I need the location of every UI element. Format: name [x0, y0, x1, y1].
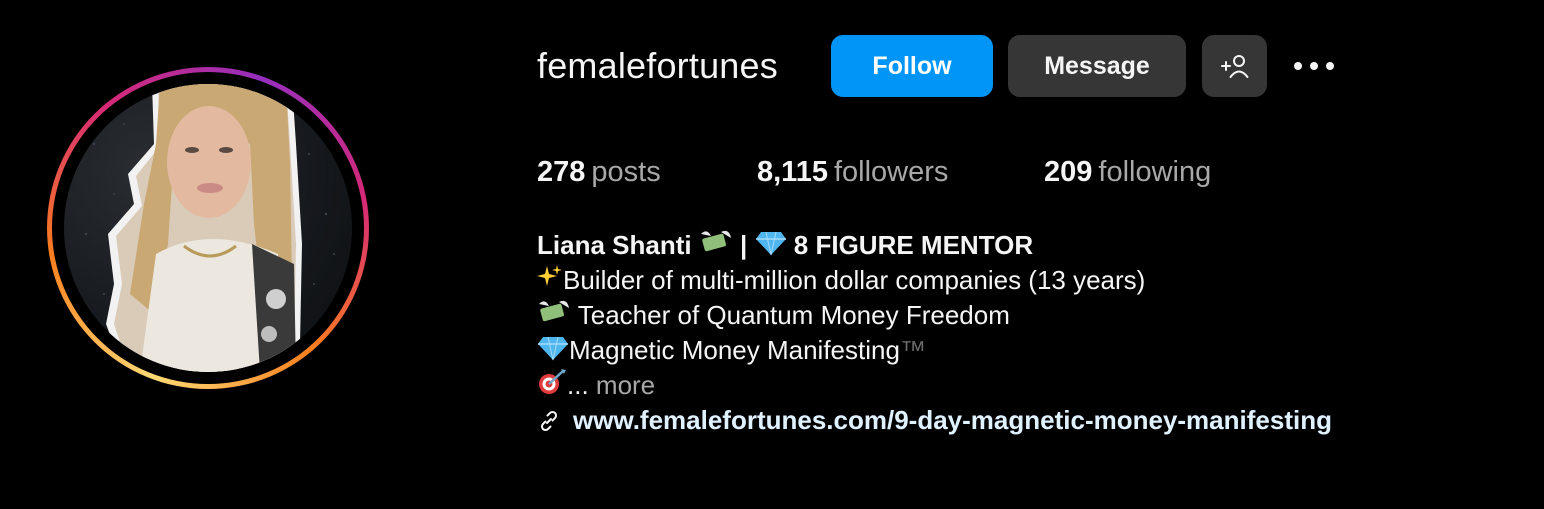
avatar[interactable]	[64, 84, 352, 372]
following-label: following	[1098, 156, 1212, 188]
more-options-icon	[1294, 62, 1334, 70]
follow-button[interactable]: Follow	[831, 35, 993, 97]
add-user-button[interactable]	[1202, 35, 1267, 97]
trademark-symbol: ™	[899, 335, 926, 365]
posts-label: posts	[591, 156, 661, 188]
money-with-wings-icon	[699, 228, 733, 266]
posts-count: 278	[537, 156, 586, 188]
followers-count: 8,115	[757, 156, 828, 188]
username: femalefortunes	[537, 45, 778, 86]
profile-header: femalefortunes Follow Message 278 posts 8…	[0, 0, 1544, 509]
avatar-story-ring[interactable]	[47, 67, 369, 389]
more-options-button[interactable]	[1290, 46, 1338, 86]
followers-stat[interactable]: 8,115 followers	[757, 152, 948, 192]
followers-label: followers	[833, 156, 949, 188]
bio-ellipsis: ...	[567, 370, 589, 400]
bio-text-1: Builder of multi-million dollar companie…	[563, 265, 1146, 295]
bio-line-4: ... more	[537, 368, 1332, 403]
avatar-portrait-image	[84, 84, 335, 372]
link-icon	[540, 410, 558, 431]
gem-icon	[755, 228, 787, 266]
bio-title-line: Liana Shanti | 8 FIGURE MENTOR	[537, 228, 1332, 263]
bio-text-3: Magnetic Money Manifesting	[569, 335, 900, 365]
title-separator: |	[740, 230, 748, 260]
full-name: Liana Shanti	[537, 230, 692, 260]
website-link[interactable]: www.femalefortunes.com/9-day-magnetic-mo…	[573, 403, 1332, 438]
message-button[interactable]: Message	[1008, 35, 1186, 97]
money-with-wings-icon	[537, 298, 571, 336]
more-link[interactable]: more	[596, 370, 655, 400]
sparkles-icon	[537, 264, 563, 300]
following-count: 209	[1044, 156, 1093, 188]
bio-text-2: Teacher of Quantum Money Freedom	[577, 300, 1010, 330]
bio-link-row: www.femalefortunes.com/9-day-magnetic-mo…	[537, 403, 1332, 438]
posts-stat[interactable]: 278 posts	[537, 152, 661, 192]
following-stat[interactable]: 209 following	[1044, 152, 1211, 192]
bio-line-3: Magnetic Money Manifesting™	[537, 333, 1332, 368]
add-user-icon	[1220, 55, 1248, 78]
target-dart-icon	[537, 368, 567, 406]
bio-line-2: Teacher of Quantum Money Freedom	[537, 298, 1332, 333]
bio-line-1: Builder of multi-million dollar companie…	[537, 263, 1332, 298]
bio: Liana Shanti | 8 FIGURE MENTOR Builder o…	[537, 228, 1332, 438]
headline: 8 FIGURE MENTOR	[793, 230, 1034, 260]
gem-icon	[537, 333, 569, 371]
